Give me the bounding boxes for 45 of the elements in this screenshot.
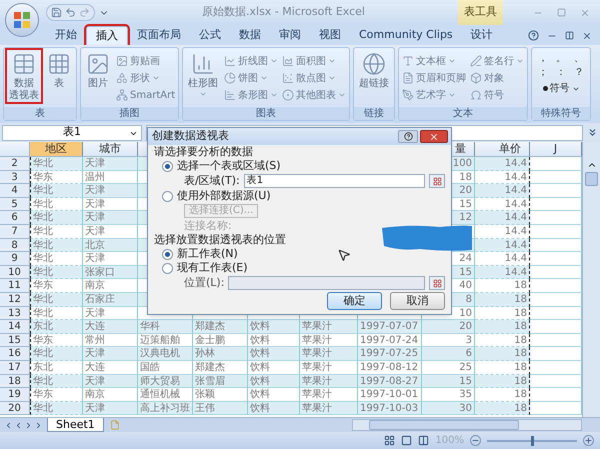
table-cell: 1997-10-03 xyxy=(358,402,422,416)
row-number: 13 xyxy=(0,306,30,320)
group-label: 文本 xyxy=(399,107,528,120)
table-cell: 王伟 xyxy=(193,402,248,416)
field-label: 表/区域(T): xyxy=(184,172,240,189)
row-number: 5 xyxy=(0,198,30,212)
row-number: 14 xyxy=(0,320,30,334)
row-number: 3 xyxy=(0,170,30,184)
radio-label: 选择一个表或区域(S) xyxy=(177,159,281,173)
radio-label: 新工作表(N) xyxy=(177,247,238,261)
group-label: 表 xyxy=(4,107,76,120)
row-number: 4 xyxy=(0,184,30,198)
row-number: 2 xyxy=(0,157,30,171)
section-heading: 选择放置数据透视表的位置 xyxy=(154,233,286,247)
row-number: 17 xyxy=(0,360,30,374)
group-label: 特殊符号 xyxy=(532,107,590,120)
table-cell: 30 xyxy=(422,402,475,416)
radio-label: 现有工作表(E) xyxy=(177,261,248,275)
connection-label: 连接名称: xyxy=(184,218,232,234)
radio-label: 使用外部数据源(U) xyxy=(177,189,271,203)
row-number: 19 xyxy=(0,388,30,402)
table-cell: 华北 xyxy=(30,402,83,416)
group-label: 图表 xyxy=(183,107,350,120)
row-number: 20 xyxy=(0,402,30,416)
section-heading: 请选择要分析的数据 xyxy=(154,145,253,159)
group-label: 插图 xyxy=(81,107,178,120)
context-tab-header: 表工具 xyxy=(458,0,503,25)
row-number: 15 xyxy=(0,334,30,348)
row-number: 6 xyxy=(0,211,30,225)
row-number: 12 xyxy=(0,292,30,307)
field-label: 位置(L): xyxy=(184,274,224,291)
table-cell: 高上补习班 xyxy=(138,402,193,416)
row-number: 7 xyxy=(0,224,30,239)
window-title: 原始数据.xlsx - Microsoft Excel xyxy=(202,4,365,20)
dialog-title: 创建数据透视表 xyxy=(152,128,229,144)
row-number: 18 xyxy=(0,374,30,388)
group-label: 链接 xyxy=(354,107,394,120)
row-number: 8 xyxy=(0,238,30,252)
row-number: 9 xyxy=(0,252,30,266)
row-number: 11 xyxy=(0,279,30,293)
row-number: 10 xyxy=(0,266,30,280)
table-cell: 苹果汁 xyxy=(300,402,358,416)
table-cell: 天津 xyxy=(83,402,138,416)
row-number: 16 xyxy=(0,347,30,361)
table-cell: 饮料 xyxy=(248,402,300,416)
